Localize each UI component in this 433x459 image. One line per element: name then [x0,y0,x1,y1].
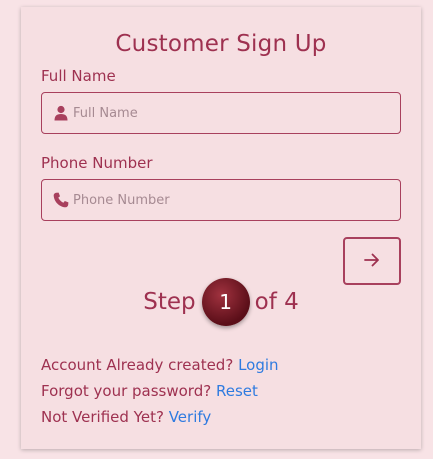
step-indicator: Step 1 of 4 [21,277,421,327]
verify-link[interactable]: Verify [169,408,212,426]
reset-link[interactable]: Reset [216,382,258,400]
login-link[interactable]: Login [238,356,278,374]
full-name-field[interactable] [41,92,401,134]
phone-icon [53,192,69,208]
reset-prompt: Forgot your password? [41,382,212,400]
phone-label: Phone Number [41,154,153,172]
user-icon [53,105,69,121]
phone-field[interactable] [41,179,401,221]
step-current-badge: 1 [201,278,250,326]
page-title: Customer Sign Up [115,31,327,57]
verify-row: Not Verified Yet? Verify [41,407,279,433]
reset-row: Forgot your password? Reset [41,381,279,407]
login-row: Account Already created? Login [41,355,279,381]
full-name-input[interactable] [73,105,400,121]
arrow-right-icon [364,253,380,270]
phone-input[interactable] [73,192,400,208]
step-suffix: of 4 [254,289,299,315]
signup-card: Customer Sign Up Full Name Phone Number … [21,7,421,449]
auth-links: Account Already created? Login Forgot yo… [41,355,279,433]
verify-prompt: Not Verified Yet? [41,408,164,426]
login-prompt: Account Already created? [41,356,234,374]
full-name-label: Full Name [41,67,116,85]
step-prefix: Step [143,289,196,315]
